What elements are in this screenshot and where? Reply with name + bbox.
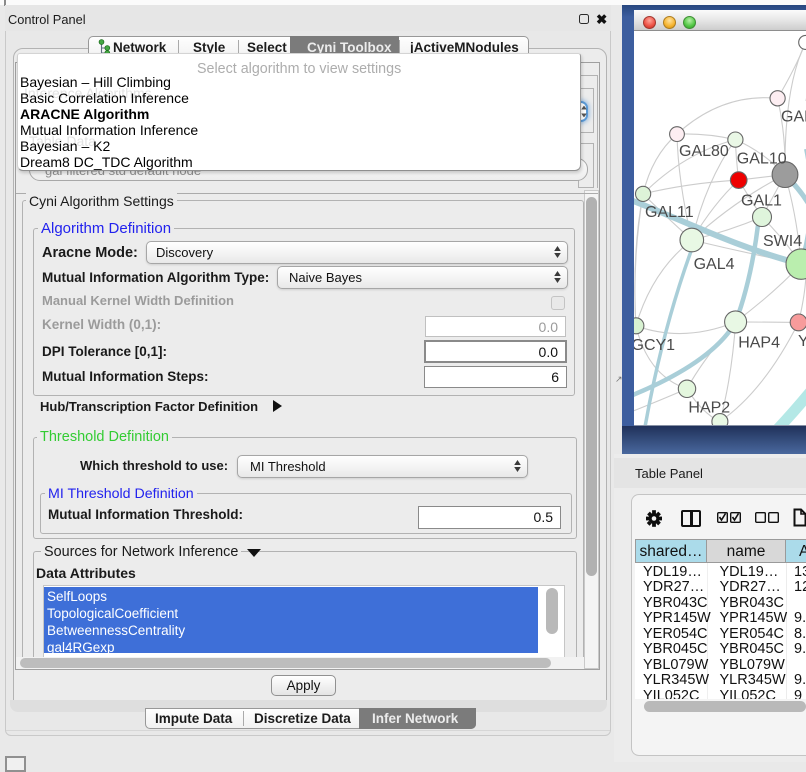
svg-text:GAL11: GAL11 bbox=[645, 204, 694, 221]
svg-text:GCY1: GCY1 bbox=[634, 337, 675, 354]
svg-text:GAL2: GAL2 bbox=[781, 109, 806, 126]
svg-text:GAL80: GAL80 bbox=[679, 143, 729, 160]
svg-text:HAP4: HAP4 bbox=[738, 335, 780, 352]
svg-text:SWI4: SWI4 bbox=[763, 233, 802, 250]
svg-text:GAL10: GAL10 bbox=[737, 151, 787, 168]
svg-text:HAP2: HAP2 bbox=[688, 399, 730, 416]
svg-text:GAL1: GAL1 bbox=[741, 192, 782, 209]
svg-text:GAL4: GAL4 bbox=[694, 256, 735, 273]
svg-text:YD: YD bbox=[798, 333, 806, 350]
